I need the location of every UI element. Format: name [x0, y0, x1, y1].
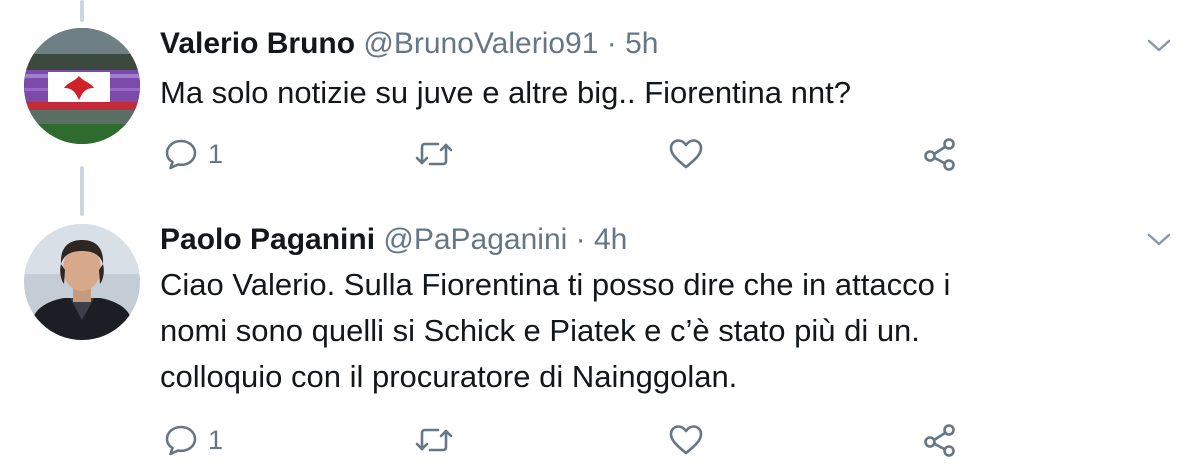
retweet-button[interactable]	[414, 134, 454, 174]
author-handle[interactable]: @BrunoValerio91	[363, 27, 598, 60]
tweet-text-line: colloquio con il procuratore di Nainggol…	[160, 359, 738, 394]
avatar-image	[24, 224, 140, 340]
avatar[interactable]	[24, 224, 140, 340]
reply-button[interactable]: 1	[164, 420, 223, 460]
retweet-icon	[415, 142, 453, 166]
share-icon	[924, 138, 955, 171]
share-icon	[924, 424, 955, 457]
reply-count: 1	[208, 424, 224, 455]
author-handle[interactable]: @PaPaganini	[383, 223, 567, 256]
author-name[interactable]: Paolo Paganini	[160, 223, 375, 256]
avatar[interactable]	[24, 28, 140, 144]
tweet-header: Paolo Paganini @PaPaganini · 4h	[160, 222, 627, 258]
dot-separator: ·	[606, 27, 617, 60]
timestamp[interactable]: 5h	[625, 27, 658, 60]
tweet-text-line: Ciao Valerio. Sulla Fiorentina ti posso …	[160, 267, 951, 302]
chevron-down-icon[interactable]	[1144, 230, 1174, 250]
retweet-button[interactable]	[414, 420, 454, 460]
reply-count: 1	[208, 138, 224, 169]
heart-icon	[669, 139, 703, 169]
chevron-down-icon[interactable]	[1144, 36, 1174, 56]
like-button[interactable]	[668, 134, 704, 174]
reply-icon	[165, 139, 197, 170]
tweet[interactable]: Paolo Paganini @PaPaganini · 4h Ciao Val…	[0, 210, 1200, 464]
author-name[interactable]: Valerio Bruno	[160, 27, 355, 60]
share-button[interactable]	[922, 134, 958, 174]
tweet[interactable]: Valerio Bruno @BrunoValerio91 · 5h Ma so…	[0, 0, 1200, 210]
timestamp[interactable]: 4h	[594, 223, 627, 256]
dot-separator: ·	[575, 223, 586, 256]
tweet-text: Ma solo notizie su juve e altre big.. Fi…	[160, 75, 851, 110]
share-button[interactable]	[922, 420, 958, 460]
like-button[interactable]	[668, 420, 704, 460]
heart-icon	[669, 425, 703, 455]
reply-button[interactable]: 1	[164, 134, 223, 174]
avatar-image	[24, 28, 140, 144]
retweet-icon	[415, 428, 453, 452]
reply-icon	[165, 425, 197, 456]
tweet-text: Ciao Valerio. Sulla Fiorentina ti posso …	[160, 262, 1140, 400]
tweet-header: Valerio Bruno @BrunoValerio91 · 5h	[160, 26, 659, 62]
tweet-text-line: nomi sono quelli si Schick e Piatek e c’…	[160, 313, 920, 348]
